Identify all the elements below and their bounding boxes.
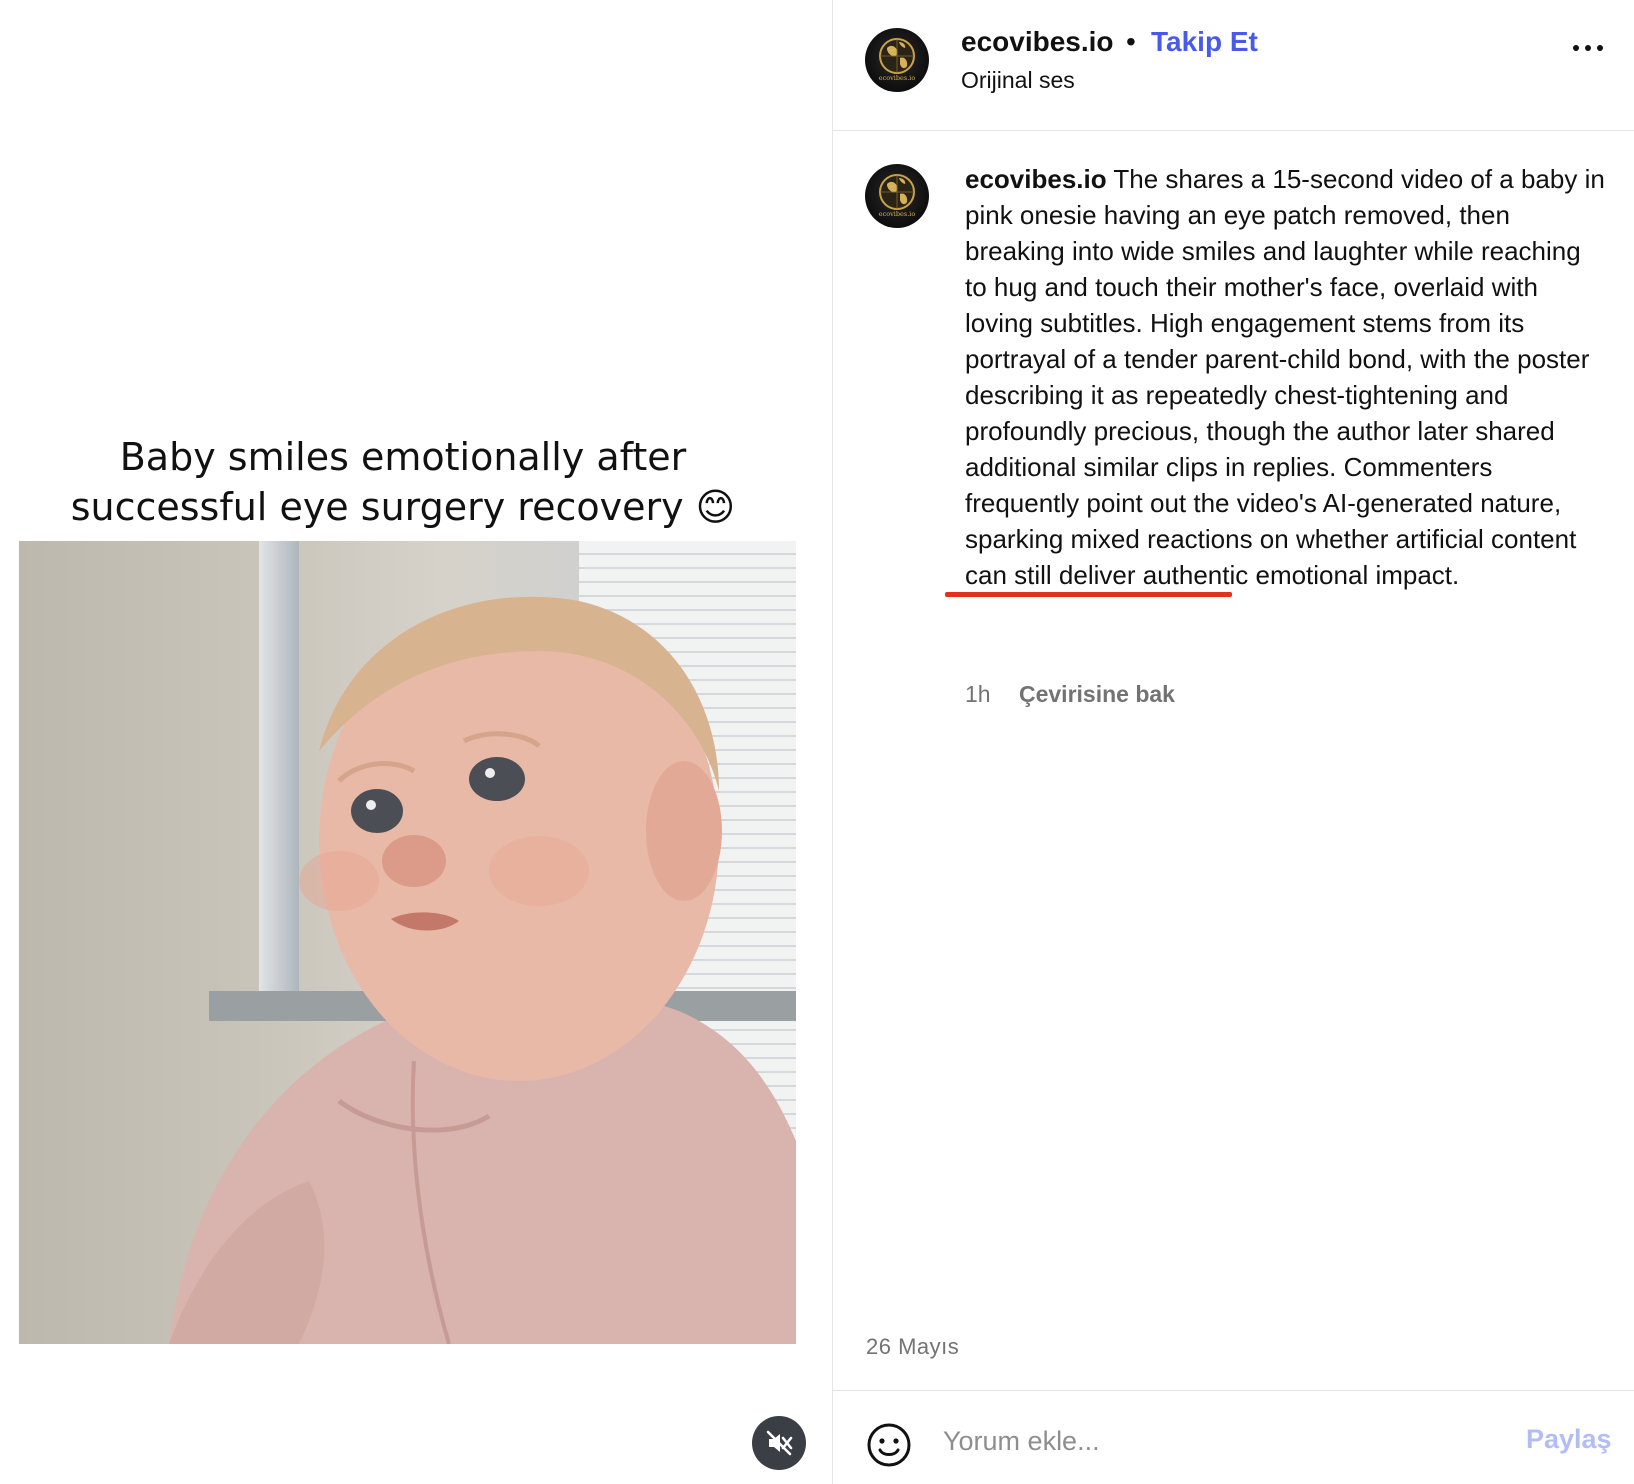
comment-bar: Paylaş xyxy=(833,1390,1634,1484)
post-meta: 1h Çevirisine bak xyxy=(965,681,1175,708)
globe-logo-icon: ecovibes.io xyxy=(879,38,916,82)
video-panel[interactable]: Baby smiles emotionally after successful… xyxy=(0,0,832,1484)
avatar[interactable]: ecovibes.io xyxy=(865,164,929,228)
video-frame[interactable] xyxy=(19,541,796,1344)
more-options-icon xyxy=(1573,45,1579,51)
red-underline-annotation xyxy=(945,592,1232,597)
video-caption: Baby smiles emotionally after successful… xyxy=(70,435,736,529)
post-header: ecovibes.io ecovibes.io • Takip Et Oriji… xyxy=(833,0,1634,131)
mute-toggle-button[interactable] xyxy=(752,1416,806,1470)
post-date[interactable]: 26 Mayıs xyxy=(866,1334,959,1360)
share-button[interactable]: Paylaş xyxy=(1526,1424,1612,1455)
speaker-muted-icon xyxy=(766,1430,793,1456)
svg-text:ecovibes.io: ecovibes.io xyxy=(879,210,916,218)
avatar[interactable]: ecovibes.io xyxy=(865,28,929,92)
header-separator: • xyxy=(1126,26,1136,57)
post-caption-text: ecovibes.io The shares a 15-second video… xyxy=(965,161,1605,593)
original-audio-link[interactable]: Orijinal ses xyxy=(961,67,1075,94)
globe-logo-icon: ecovibes.io xyxy=(879,174,916,218)
post-timestamp[interactable]: 1h xyxy=(965,681,991,707)
caption-text-part1: The shares a 15-second video of a baby i… xyxy=(965,164,1605,518)
emoji-smile-icon[interactable] xyxy=(865,1421,913,1469)
post-details-panel: ecovibes.io ecovibes.io • Takip Et Oriji… xyxy=(833,0,1634,1484)
more-options-button[interactable] xyxy=(1568,36,1608,60)
svg-text:ecovibes.io: ecovibes.io xyxy=(879,74,916,82)
post-username-link[interactable]: ecovibes.io xyxy=(965,164,1107,194)
comment-input[interactable] xyxy=(943,1419,1483,1463)
follow-button[interactable]: Takip Et xyxy=(1151,26,1258,58)
baby-illustration xyxy=(169,596,796,1344)
header-username-link[interactable]: ecovibes.io xyxy=(961,26,1114,58)
caption-highlight: AI-generated nature xyxy=(1322,488,1554,518)
see-translation-button[interactable]: Çevirisine bak xyxy=(1019,681,1175,707)
